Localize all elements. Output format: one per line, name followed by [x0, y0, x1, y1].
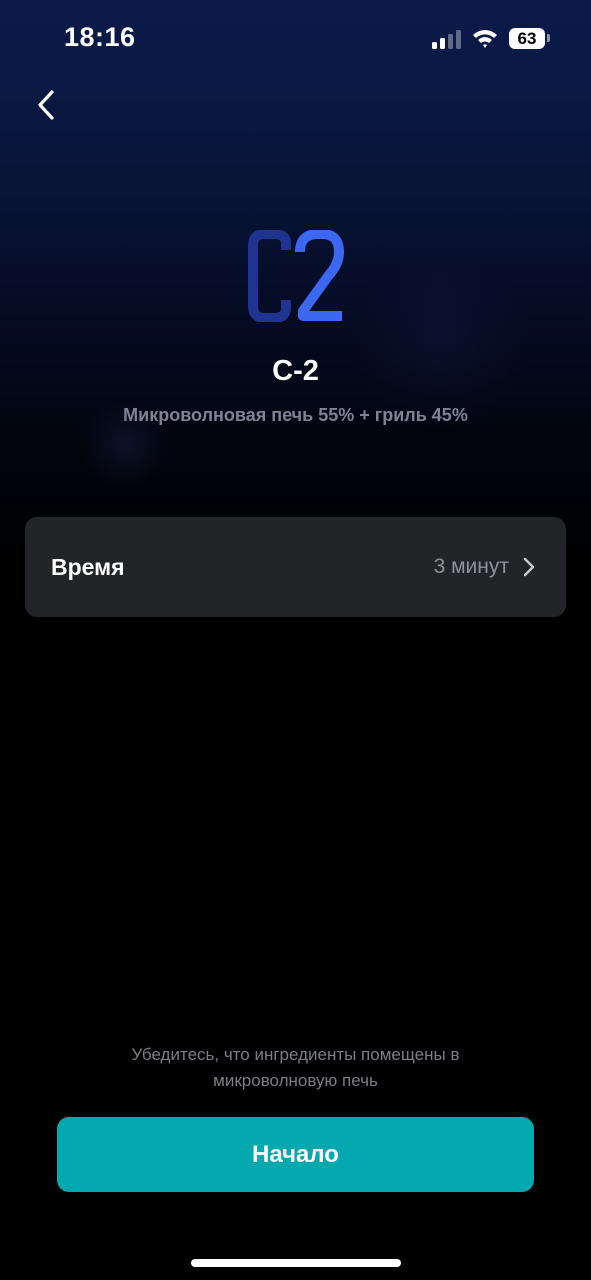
status-bar: 18:16 63: [0, 0, 591, 80]
status-time: 18:16: [64, 22, 136, 52]
home-indicator[interactable]: [191, 1259, 401, 1267]
start-button[interactable]: Начало: [57, 1117, 534, 1192]
battery-icon: 63: [509, 28, 545, 49]
chevron-right-icon: [523, 557, 535, 577]
chevron-left-icon: [38, 90, 54, 120]
back-button[interactable]: [28, 82, 72, 128]
background-glow: [350, 250, 530, 430]
battery-tip: [547, 34, 550, 42]
program-logo: [248, 230, 344, 322]
hint-text: Убедитесь, что ингредиенты помещены в ми…: [131, 1045, 460, 1090]
time-value: 3 минут: [433, 555, 509, 578]
wifi-icon: [473, 30, 497, 48]
program-title: C-2: [272, 355, 319, 387]
time-label: Время: [51, 554, 125, 580]
signal-bar: [432, 42, 437, 49]
signal-icon: [432, 29, 462, 49]
signal-bar: [448, 34, 453, 49]
signal-bar: [456, 30, 461, 49]
program-subtitle: Микроволновая печь 55% + гриль 45%: [123, 405, 468, 425]
signal-bar: [440, 38, 445, 49]
time-setting-row[interactable]: Время 3 минут: [25, 517, 566, 617]
